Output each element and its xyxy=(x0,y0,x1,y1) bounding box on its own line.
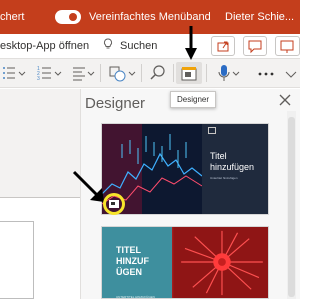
title-bar: chert Vereinfachtes Menüband Dieter Schi… xyxy=(0,0,300,34)
designer-pane-title: Designer xyxy=(85,95,146,112)
design-1-corner-icon xyxy=(208,127,216,134)
more-icon[interactable] xyxy=(256,62,276,84)
slide-placeholder[interactable] xyxy=(0,221,34,299)
design-2-subtitle: UNTERTITEL HINZUFÜGEN xyxy=(116,295,155,299)
design-idea-icon[interactable] xyxy=(109,199,119,208)
lightbulb-icon xyxy=(103,38,113,49)
ribbon: 1 2 3 xyxy=(0,59,300,88)
search-label[interactable]: Suchen xyxy=(120,40,157,52)
simplified-ribbon-toggle[interactable] xyxy=(55,10,81,24)
align-text-icon[interactable] xyxy=(70,62,98,84)
design-1-subtitle: Untertitel hinzufügen xyxy=(210,176,238,180)
comments-button[interactable] xyxy=(243,36,267,56)
user-name[interactable]: Dieter Schie... xyxy=(225,11,294,23)
numbering-icon[interactable]: 1 2 3 xyxy=(36,62,66,84)
scrollbar-thumb[interactable] xyxy=(288,117,295,297)
share-button[interactable] xyxy=(211,36,235,56)
open-desktop-app-link[interactable]: esktop-App öffnen xyxy=(0,40,89,52)
designer-tooltip: Designer xyxy=(170,91,216,108)
ribbon-separator xyxy=(100,64,101,82)
present-button[interactable] xyxy=(275,36,300,56)
designer-scrollbar[interactable] xyxy=(287,111,296,299)
design-option-1[interactable]: Titel hinzufügen Untertitel hinzufügen xyxy=(101,123,269,215)
designer-button[interactable] xyxy=(176,62,202,84)
comment-icon xyxy=(248,40,262,54)
command-row: esktop-App öffnen Suchen xyxy=(0,34,300,59)
save-status: chert xyxy=(0,11,25,23)
simplified-ribbon-label: Vereinfachtes Menüband xyxy=(89,11,211,23)
close-icon[interactable] xyxy=(278,93,292,107)
ribbon-expand-icon[interactable] xyxy=(282,62,300,84)
dictate-microphone-icon[interactable] xyxy=(214,62,244,84)
ribbon-separator xyxy=(173,64,174,82)
app-window: chert Vereinfachtes Menüband Dieter Schi… xyxy=(0,0,300,299)
slide-area xyxy=(0,89,80,299)
toggle-knob xyxy=(69,13,77,21)
red-flower-image xyxy=(172,227,268,298)
design-1-title: Titel hinzufügen xyxy=(210,151,255,172)
design-option-2[interactable]: TITEL HINZUF ÜGEN UNTERTITEL HINZUFÜGEN xyxy=(101,226,269,299)
designer-icon xyxy=(181,67,197,81)
share-icon xyxy=(217,41,229,52)
ribbon-separator xyxy=(206,64,207,82)
ribbon-separator xyxy=(141,64,142,82)
bullets-icon[interactable] xyxy=(0,62,30,84)
find-icon[interactable] xyxy=(147,62,169,84)
design-2-title: TITEL HINZUF ÜGEN xyxy=(116,245,149,277)
annotation-arrow-top xyxy=(185,26,197,60)
svg-text:3: 3 xyxy=(37,76,40,82)
presentation-icon xyxy=(280,40,294,53)
shapes-icon[interactable] xyxy=(106,62,138,84)
